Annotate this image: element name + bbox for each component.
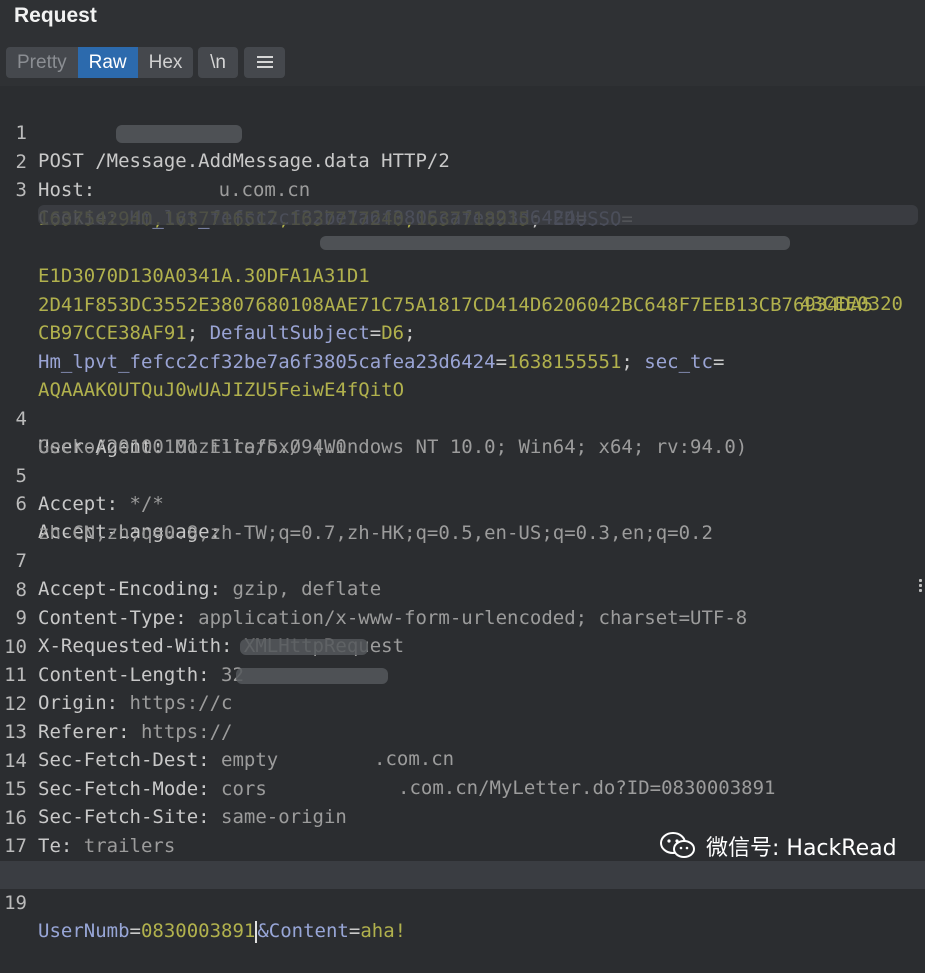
- param-value: aha!: [360, 920, 407, 942]
- request-editor[interactable]: 1 POST /Message.AddMessage.data HTTP/2 2…: [0, 86, 925, 943]
- show-newlines-button[interactable]: \n: [198, 47, 238, 78]
- watermark: 微信号: HackRead: [658, 828, 897, 864]
- editor-line: zh-CN,zh;q=0.8,zh-TW;q=0.7,zh-HK;q=0.5,e…: [0, 491, 925, 544]
- editor-line: 2D41F853DC3552E3807680108AAE71C75A1817CD…: [0, 263, 925, 316]
- editor-line: 6 Accept-Language:: [0, 462, 925, 543]
- editor-line: 14 Sec-Fetch-Mode: cors: [0, 719, 925, 800]
- menu-button[interactable]: [244, 47, 285, 78]
- param-value: 0830003891: [140, 920, 256, 942]
- editor-line-body[interactable]: 19 UserNumb=0830003891 &Content=aha!: [0, 861, 925, 943]
- param-key: &Content: [257, 920, 349, 942]
- editor-line: Gecko/20100101 Firefox/94.0: [0, 405, 925, 458]
- editor-line: 5 Accept: */*: [0, 434, 925, 515]
- editor-line: 1637542940,1637716517,1637717240,1637718…: [0, 177, 925, 230]
- editor-line: 11 Origin: https://c .com.cn: [0, 633, 925, 770]
- wechat-icon: [660, 832, 695, 858]
- editor-line: Hm_lpvt_fefcc2cf32be7a6f3805cafea23d6424…: [38, 351, 725, 373]
- param-key: UserNumb: [38, 920, 130, 942]
- scrollbar-handle[interactable]: [919, 577, 925, 594]
- panel-title: Request: [14, 4, 97, 27]
- editor-line: 1 POST /Message.AddMessage.data HTTP/2: [0, 91, 925, 172]
- panel-header: Request: [0, 0, 925, 38]
- redaction-mask: [236, 668, 388, 684]
- redaction-mask: [240, 639, 368, 655]
- hamburger-menu-icon: [257, 56, 273, 69]
- editor-line: AQAAAK0UTQuJ0wUAJIZU5FeiwE4fQitO: [0, 348, 925, 401]
- editor-line: 8 Content-Type: application/x-www-form-u…: [0, 548, 925, 629]
- editor-line: 10 Content-Length: 32: [0, 605, 925, 686]
- editor-line: 13 Sec-Fetch-Dest: empty: [0, 690, 925, 771]
- editor-line: 9 X-Requested-With: XMLHttpRequest: [0, 576, 925, 657]
- editor-line: 4 User-Agent: Mozilla/5.0 (Windows NT 10…: [0, 377, 925, 458]
- editor-line: 3 Cookie: Hm_lvt_fefcc2cf32be7a6f3805caf…: [0, 148, 925, 229]
- redaction-mask: [116, 125, 242, 143]
- redaction-mask: [320, 236, 790, 250]
- editor-line: 12 Referer: https:// .com.cn/MyLetter.do…: [0, 662, 925, 799]
- editor-line: CB97CCE38AF91; DefaultSubject=D6;: [38, 322, 416, 344]
- watermark-text: 微信号: HackRead: [706, 836, 897, 861]
- editor-line: 15 Sec-Fetch-Site: same-origin: [0, 747, 925, 828]
- tab-raw[interactable]: Raw: [77, 47, 138, 78]
- tab-pretty[interactable]: Pretty: [6, 47, 78, 78]
- editor-line: 2 Host: u.com.cn: [0, 120, 925, 201]
- view-tabs: Pretty Raw Hex: [6, 47, 194, 78]
- redaction-mask: [38, 205, 918, 225]
- line-number: 19: [4, 892, 27, 914]
- editor-line: 7 Accept-Encoding: gzip, deflate: [0, 519, 925, 600]
- editor-line: 16 Te: trailers: [0, 776, 925, 857]
- toolbar: Pretty Raw Hex \n: [0, 38, 925, 86]
- editor-line-redacted: [0, 205, 925, 225]
- tab-hex[interactable]: Hex: [138, 47, 194, 78]
- editor-line: E1D3070D130A0341A.30DFA1A31D1 43CEE0320: [0, 234, 925, 315]
